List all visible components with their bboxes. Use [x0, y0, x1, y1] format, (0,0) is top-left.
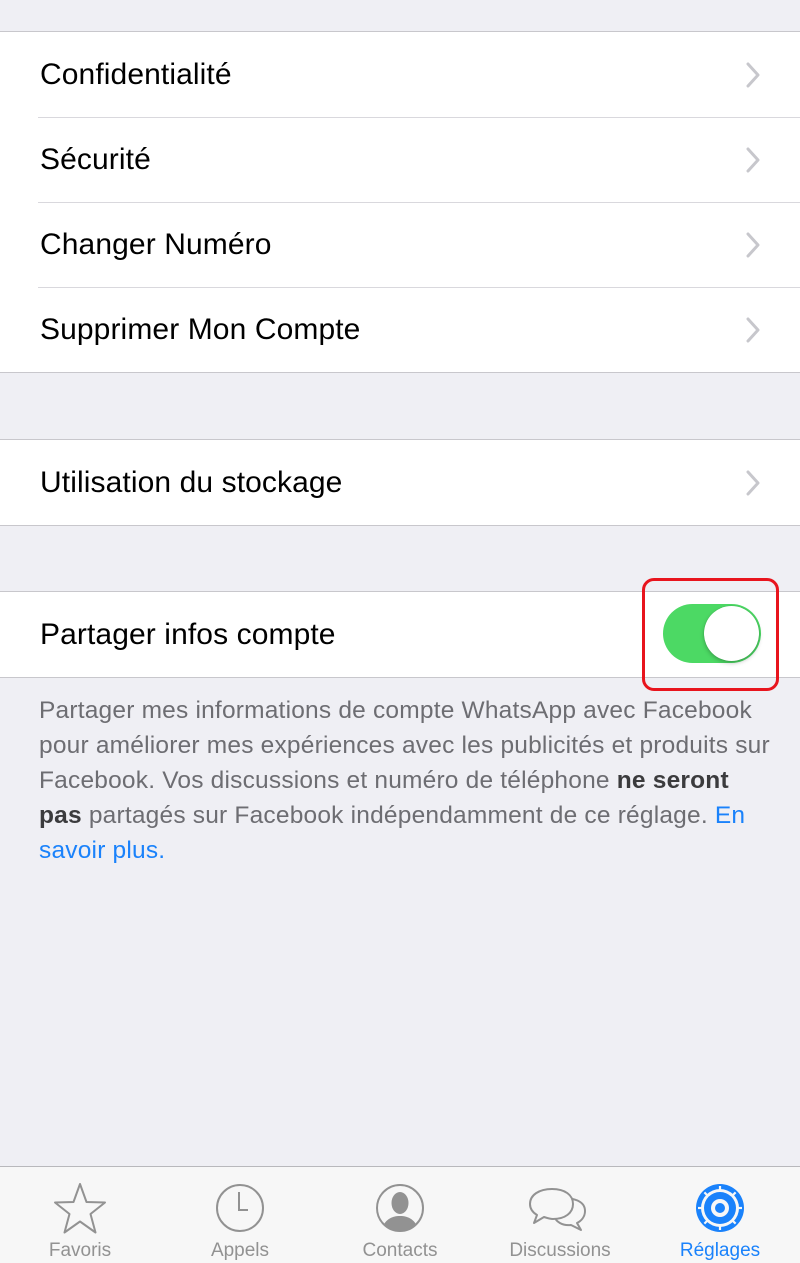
chevron-right-icon — [746, 232, 760, 258]
share-footnote: Partager mes informations de compte What… — [39, 693, 774, 868]
row-label: Confidentialité — [40, 57, 232, 91]
tab-label: Discussions — [509, 1240, 611, 1261]
tab-appels[interactable]: Appels — [160, 1167, 320, 1263]
row-supprimer-compte[interactable]: Supprimer Mon Compte — [0, 287, 800, 372]
row-label: Sécurité — [40, 142, 151, 176]
tab-reglages[interactable]: Réglages — [640, 1167, 800, 1263]
person-icon — [370, 1179, 430, 1239]
gear-icon — [690, 1179, 750, 1239]
chevron-right-icon — [746, 317, 760, 343]
chevron-right-icon — [746, 147, 760, 173]
footnote-text-2: partagés sur Facebook indépendamment de … — [81, 802, 715, 829]
row-label: Changer Numéro — [40, 227, 272, 261]
row-label: Partager infos compte — [40, 617, 336, 651]
clock-icon — [210, 1179, 270, 1239]
tab-favoris[interactable]: Favoris — [0, 1167, 160, 1263]
tab-label: Appels — [210, 1240, 270, 1261]
tab-bar: Favoris Appels Contacts Discussions Régl… — [0, 1166, 800, 1263]
row-changer-numero[interactable]: Changer Numéro — [0, 202, 800, 287]
tab-contacts[interactable]: Contacts — [320, 1167, 480, 1263]
chat-bubbles-icon — [529, 1179, 590, 1239]
settings-group-storage: Utilisation du stockage — [0, 439, 800, 526]
chevron-right-icon — [746, 470, 760, 496]
row-confidentialite[interactable]: Confidentialité — [0, 32, 800, 117]
chevron-right-icon — [746, 62, 760, 88]
tab-label: Favoris — [48, 1240, 112, 1261]
tab-discussions[interactable]: Discussions — [480, 1167, 640, 1263]
settings-group-account: Confidentialité Sécurité Changer Numéro … — [0, 31, 800, 373]
row-securite[interactable]: Sécurité — [0, 117, 800, 202]
row-label: Utilisation du stockage — [40, 465, 343, 499]
star-icon — [50, 1179, 110, 1239]
row-utilisation-stockage[interactable]: Utilisation du stockage — [0, 440, 800, 525]
tab-label: Contacts — [362, 1240, 438, 1261]
tab-label: Réglages — [679, 1240, 761, 1261]
highlight-box — [642, 578, 779, 691]
row-label: Supprimer Mon Compte — [40, 312, 361, 346]
